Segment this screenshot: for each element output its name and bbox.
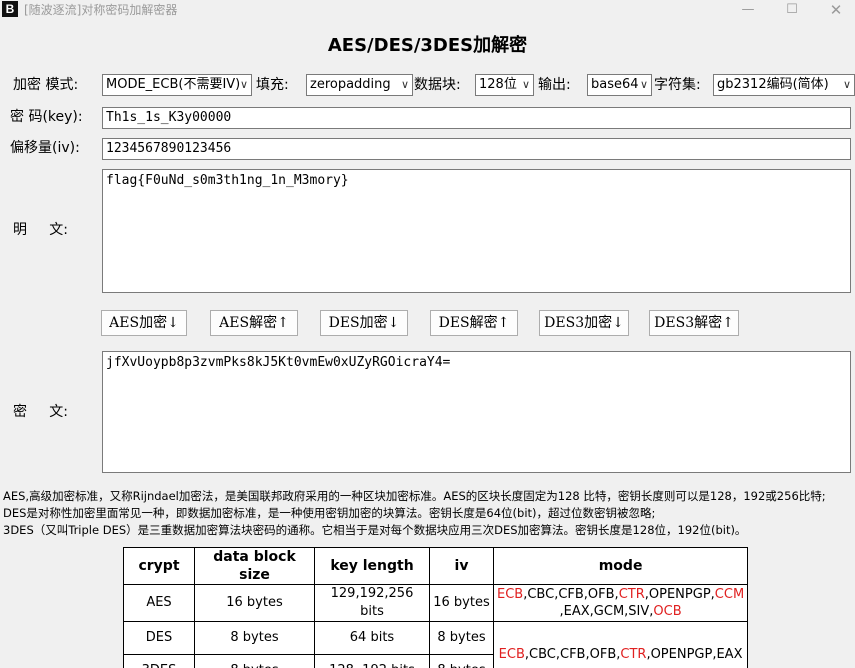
mode-ccm: CCM (714, 587, 745, 602)
key-length-cell: 129,192,256 bits (314, 584, 430, 622)
block-size-cell: 8 bytes (194, 654, 315, 668)
padding-select-value: zeropadding (310, 77, 391, 92)
chevron-down-icon: ∨ (239, 78, 248, 91)
mode-ctr: CTR (618, 587, 645, 602)
des-description: DES是对称性加密里面常见一种，即数据加密标准，是一种使用密钥加密的块算法。密钥… (3, 506, 656, 520)
mode-cell: ECB,CBC,CFB,OFB,CTR,OPENPGP,EAX (492, 621, 749, 668)
close-icon[interactable]: ✕ (816, 0, 855, 20)
padding-label: 填充: (256, 77, 289, 93)
des3-decrypt-button[interactable]: DES3解密↑ (649, 310, 739, 336)
mode-ecb: ECB (497, 587, 524, 602)
key-length-cell: 128, 192 bits (314, 654, 430, 668)
column-header: mode (492, 547, 749, 585)
mode-list: ,CBC,CFB,OFB, (524, 646, 621, 662)
3des-description: 3DES（又叫Triple DES）是三重数据加密算法块密码的通称。它相当于是对… (3, 523, 747, 537)
page-title: AES/DES/3DES加解密 (327, 35, 528, 56)
mode-list: ,EAX,GCM,SIV, (559, 604, 654, 619)
mode-select-value: MODE_ECB(不需要IV) (106, 77, 241, 92)
charset-select[interactable]: gb2312编码(简体) ∨ (713, 74, 855, 96)
table-row: DES 8 bytes 64 bits 8 bytes ECB,CBC,CFB,… (123, 621, 749, 668)
algorithm-table: crypt data block size key length iv mode… (123, 547, 749, 668)
ciphertext-textarea[interactable]: jfXvUoypb8p3zvmPks8kJ5Kt0vmEw0xUZyRGOicr… (102, 351, 851, 473)
column-header: crypt (123, 547, 195, 585)
crypt-cell: DES (123, 621, 195, 655)
column-header: data block size (194, 547, 315, 585)
plaintext-label: 明 文: (13, 222, 68, 238)
chevron-down-icon: ∨ (400, 78, 409, 91)
crypt-cell: AES (123, 584, 195, 622)
block-size-cell: 16 bytes (194, 584, 315, 622)
crypt-cell: 3DES (123, 654, 195, 668)
charset-label: 字符集: (654, 77, 701, 93)
key-label: 密 码(key): (10, 109, 83, 125)
des3-encrypt-button[interactable]: DES3加密↓ (539, 310, 629, 336)
block-size-select[interactable]: 128位 ∨ (475, 74, 534, 96)
mode-ecb: ECB (498, 646, 525, 662)
iv-cell: 8 bytes (429, 621, 494, 655)
block-size-select-value: 128位 (479, 77, 517, 92)
ciphertext-label: 密 文: (13, 404, 68, 420)
table-header-row: crypt data block size key length iv mode (123, 547, 749, 585)
aes-decrypt-button[interactable]: AES解密↑ (210, 310, 298, 336)
iv-cell: 16 bytes (429, 584, 494, 622)
charset-select-value: gb2312编码(简体) (717, 77, 829, 92)
window-title: [随波逐流]对称密码加解密器 (24, 3, 178, 17)
des-encrypt-button[interactable]: DES加密↓ (320, 310, 408, 336)
column-header: key length (314, 547, 430, 585)
key-length-cell: 64 bits (314, 621, 430, 655)
key-input[interactable]: Th1s_1s_K3y00000 (102, 107, 851, 129)
iv-input[interactable]: 1234567890123456 (102, 138, 851, 160)
minimize-icon[interactable]: — (728, 0, 768, 20)
output-select[interactable]: base64 ∨ (587, 74, 652, 96)
aes-description: AES,高级加密标准，又称Rijndael加密法，是美国联邦政府采用的一种区块加… (3, 489, 826, 503)
table-row: AES 16 bytes 129,192,256 bits 16 bytes E… (123, 584, 749, 622)
mode-cell: ECB,CBC,CFB,OFB,CTR,OPENPGP,CCM ,EAX,GCM,… (492, 584, 749, 622)
iv-label: 偏移量(iv): (10, 140, 80, 156)
mode-list: ,OPENPGP,EAX (646, 646, 743, 662)
maximize-icon[interactable]: ☐ (772, 0, 812, 20)
chevron-down-icon: ∨ (842, 78, 851, 91)
mode-ctr: CTR (620, 646, 647, 662)
title-bar: B [随波逐流]对称密码加解密器 — ☐ ✕ (0, 0, 855, 20)
output-select-value: base64 (591, 77, 639, 92)
plaintext-textarea[interactable]: flag{F0uNd_s0m3th1ng_1n_M3mory} (102, 169, 851, 293)
chevron-down-icon: ∨ (639, 78, 648, 91)
block-size-cell: 8 bytes (194, 621, 315, 655)
app-logo-icon: B (2, 1, 18, 17)
iv-cell: 8 bytes (429, 654, 494, 668)
mode-list: ,CBC,CFB,OFB, (523, 587, 619, 602)
aes-encrypt-button[interactable]: AES加密↓ (101, 310, 187, 336)
mode-label: 加密 模式: (13, 77, 79, 93)
output-label: 输出: (538, 77, 571, 93)
padding-select[interactable]: zeropadding ∨ (306, 74, 413, 96)
mode-ocb: OCB (653, 604, 682, 619)
column-header: iv (429, 547, 494, 585)
des-decrypt-button[interactable]: DES解密↑ (430, 310, 518, 336)
mode-select[interactable]: MODE_ECB(不需要IV) ∨ (102, 74, 252, 96)
chevron-down-icon: ∨ (521, 78, 530, 91)
block-size-label: 数据块: (414, 77, 461, 93)
mode-list: ,OPENPGP, (644, 587, 715, 602)
